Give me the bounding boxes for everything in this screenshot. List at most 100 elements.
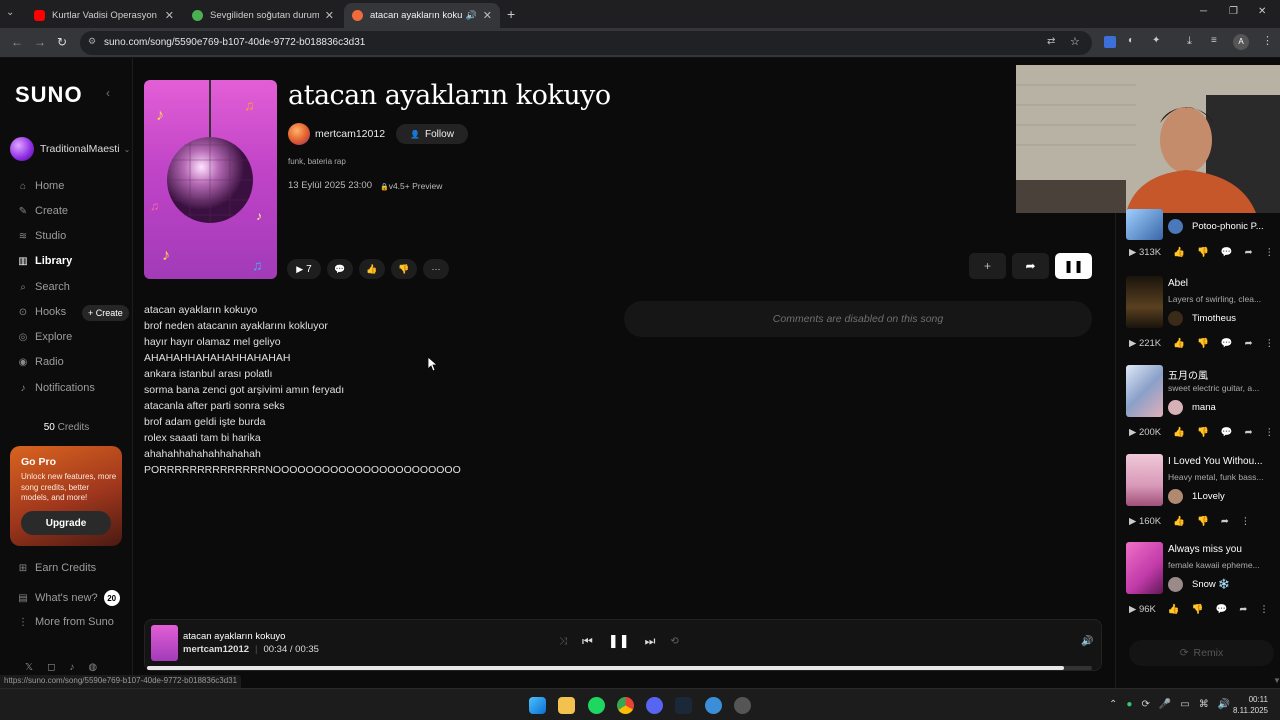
nav-library[interactable]: ▥ Library — [17, 255, 72, 267]
microphone-icon[interactable]: 🎤 — [1159, 699, 1171, 710]
bookmark-star-icon[interactable]: ☆ — [1070, 35, 1080, 48]
thumbs-down-icon[interactable]: 👎 — [1197, 338, 1209, 349]
tray-status-icon[interactable]: ● — [1126, 699, 1132, 710]
tray-expand-icon[interactable]: ⌃ — [1109, 699, 1117, 710]
reload-button[interactable]: ↻ — [57, 35, 67, 49]
display-icon[interactable]: ▭ — [1180, 699, 1189, 710]
credits-counter[interactable]: 50 Credits — [0, 422, 133, 433]
artist-name[interactable]: mertcam12012 — [315, 128, 385, 140]
thumbs-up-icon[interactable]: 👍 — [1168, 604, 1180, 615]
pause-button[interactable]: ❚❚ — [1055, 253, 1092, 279]
previous-icon[interactable]: ⏮ — [582, 634, 593, 649]
like-button[interactable]: 👍 — [359, 259, 385, 279]
tab-kurtlar-vadisi[interactable]: Kurtlar Vadisi Operasyon Müziği ✕ — [26, 3, 182, 28]
player-pause-icon[interactable]: ❚❚ — [608, 633, 630, 649]
comment-icon[interactable]: 💬 — [1221, 247, 1233, 258]
next-icon[interactable]: ⏭ — [645, 634, 656, 649]
share-icon[interactable]: ➦ — [1239, 604, 1247, 615]
close-tab-icon[interactable]: ✕ — [325, 9, 334, 22]
hooks-create-button[interactable]: + Create — [82, 305, 129, 321]
forward-button[interactable]: → — [34, 35, 46, 49]
more-icon[interactable]: ⋮ — [1265, 427, 1275, 438]
remix-button[interactable]: ⟳ Remix — [1129, 640, 1274, 666]
maximize-button[interactable]: ❐ — [1229, 6, 1238, 17]
feed-artist[interactable]: Potoo-phonic P... — [1168, 219, 1264, 234]
shuffle-icon[interactable]: ⤨ — [559, 636, 567, 647]
share-icon[interactable]: ➦ — [1245, 427, 1253, 438]
network-icon[interactable]: ⌘ — [1199, 699, 1209, 710]
thumbs-down-icon[interactable]: 👎 — [1197, 247, 1209, 258]
feed-thumbnail[interactable] — [1126, 365, 1163, 417]
player-song-title[interactable]: atacan ayakların kokuyo — [183, 631, 285, 642]
x-twitter-icon[interactable]: 𝕏 — [25, 662, 33, 673]
spotify-icon[interactable] — [588, 697, 605, 714]
nav-explore[interactable]: ◎ Explore — [17, 331, 73, 343]
thumbs-up-icon[interactable]: 👍 — [1173, 427, 1185, 438]
thumbs-up-icon[interactable]: 👍 — [1173, 338, 1185, 349]
extensions-puzzle-icon[interactable]: ✦ — [1152, 35, 1160, 46]
extension-icon[interactable] — [1104, 36, 1116, 48]
feed-thumbnail[interactable] — [1126, 209, 1163, 240]
song-tags[interactable]: funk, bateria rap — [288, 157, 346, 166]
windows-start-icon[interactable] — [529, 697, 546, 714]
nav-more-from-suno[interactable]: ⋮ More from Suno — [17, 616, 114, 628]
feed-thumbnail[interactable] — [1126, 454, 1163, 506]
file-explorer-icon[interactable] — [558, 697, 575, 714]
media-controls-icon[interactable]: ≡ — [1211, 35, 1217, 46]
chrome-icon[interactable] — [617, 697, 634, 714]
site-info-icon[interactable]: ⚙ — [88, 36, 96, 47]
discord-icon[interactable] — [646, 697, 663, 714]
tab-sevgiliden[interactable]: Sevgiliden soğutan durumlar - ✕ — [184, 3, 342, 28]
thumbs-down-icon[interactable]: 👎 — [1192, 604, 1204, 615]
share-button[interactable]: ➦ — [1012, 253, 1049, 279]
minimize-button[interactable]: ─ — [1200, 6, 1207, 17]
feed-title[interactable]: 五月の風 — [1168, 367, 1278, 382]
thumbs-up-icon[interactable]: 👍 — [1173, 516, 1185, 527]
feed-thumbnail[interactable] — [1126, 276, 1163, 328]
more-options-button[interactable]: ··· — [423, 259, 449, 279]
back-button[interactable]: ← — [11, 35, 23, 49]
profile-avatar[interactable]: A — [1233, 34, 1249, 50]
nav-radio[interactable]: ◉ Radio — [17, 356, 64, 368]
upgrade-button[interactable]: Upgrade — [21, 511, 111, 535]
play-icon[interactable]: ▶ 200K — [1129, 427, 1161, 438]
feed-artist[interactable]: Snow ❄️ — [1168, 577, 1230, 592]
url-field[interactable]: ⚙ suno.com/song/5590e769-b107-40de-9772-… — [80, 31, 1092, 55]
user-menu[interactable]: TraditionalMaesti ⌄ — [10, 137, 130, 161]
more-icon[interactable]: ⋮ — [1259, 604, 1269, 615]
player-artist[interactable]: mertcam12012 — [183, 644, 249, 655]
artist-avatar[interactable] — [288, 123, 310, 145]
chrome-menu-icon[interactable]: ⋮ — [1262, 34, 1273, 47]
tray-sync-icon[interactable]: ⟳ — [1141, 699, 1149, 710]
follow-button[interactable]: 👤 Follow — [396, 124, 468, 144]
steam-icon[interactable] — [675, 697, 692, 714]
audio-playing-icon[interactable]: 🔊 — [466, 10, 477, 21]
nav-home[interactable]: ⌂ Home — [17, 180, 64, 192]
play-icon[interactable]: ▶ 313K — [1129, 247, 1161, 258]
comment-icon[interactable]: 💬 — [1221, 427, 1233, 438]
suno-logo[interactable]: SUNO — [15, 82, 83, 108]
share-icon[interactable]: ➦ — [1221, 516, 1229, 527]
player-cover-thumbnail[interactable] — [151, 625, 178, 661]
thumbs-up-icon[interactable]: 👍 — [1173, 247, 1185, 258]
feed-thumbnail[interactable] — [1126, 542, 1163, 594]
scroll-down-icon[interactable]: ▼ — [1273, 676, 1280, 685]
nav-studio[interactable]: ≋ Studio — [17, 230, 66, 242]
feed-artist[interactable]: Timotheus — [1168, 311, 1236, 326]
volume-icon[interactable]: 🔊 — [1218, 699, 1230, 710]
thumbs-down-icon[interactable]: 👎 — [1197, 516, 1209, 527]
more-icon[interactable]: ⋮ — [1241, 516, 1251, 527]
thumbs-down-icon[interactable]: 👎 — [1197, 427, 1209, 438]
extension-icon[interactable]: ◐ — [1128, 35, 1134, 46]
nav-search[interactable]: ⌕ Search — [17, 281, 70, 293]
comment-button[interactable]: 💬 — [327, 259, 353, 279]
feed-title[interactable]: I Loved You Withou... — [1168, 456, 1278, 467]
taskbar-clock[interactable]: 00:11 8.11.2025 — [1233, 694, 1268, 716]
comment-icon[interactable]: 💬 — [1216, 604, 1228, 615]
app-icon[interactable] — [734, 697, 751, 714]
close-window-button[interactable]: ✕ — [1258, 6, 1266, 17]
nav-create[interactable]: ✎ Create — [17, 205, 68, 217]
close-tab-icon[interactable]: ✕ — [483, 9, 492, 22]
close-tab-icon[interactable]: ✕ — [165, 9, 174, 22]
tiktok-icon[interactable]: ♪ — [69, 662, 74, 673]
